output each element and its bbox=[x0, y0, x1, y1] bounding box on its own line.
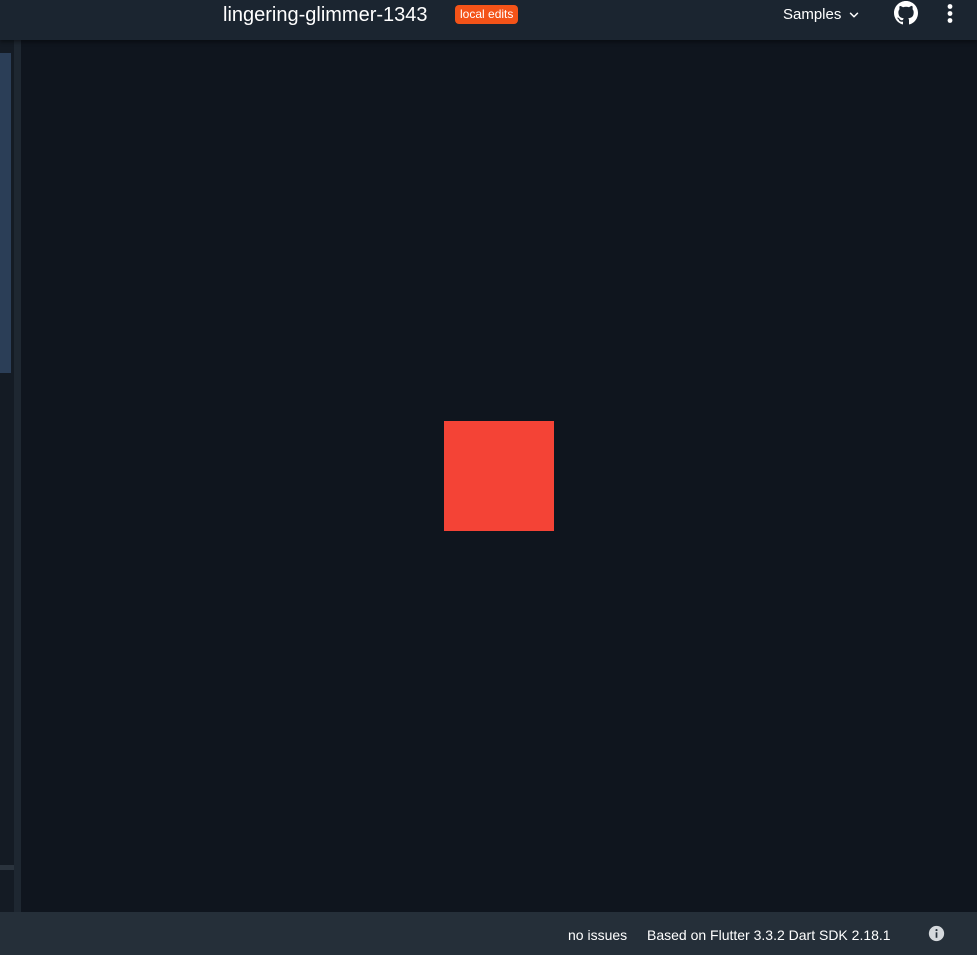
red-container bbox=[444, 421, 554, 531]
issues-indicator[interactable]: no issues bbox=[568, 927, 627, 943]
sdk-version-text: Based on Flutter 3.3.2 Dart SDK 2.18.1 bbox=[647, 927, 891, 943]
chevron-down-icon bbox=[850, 12, 859, 18]
editor-scrollbar[interactable] bbox=[0, 53, 11, 373]
samples-label: Samples bbox=[783, 6, 842, 23]
pad-title: lingering-glimmer-1343 bbox=[223, 4, 428, 26]
split-handle[interactable] bbox=[14, 40, 21, 912]
output-area bbox=[21, 40, 977, 912]
app-header: lingering-glimmer-1343 local edits Sampl… bbox=[0, 0, 977, 40]
more-vert-icon[interactable] bbox=[941, 3, 959, 25]
samples-dropdown[interactable]: Samples bbox=[783, 5, 861, 25]
dartpad-window: lingering-glimmer-1343 local edits Sampl… bbox=[0, 0, 977, 955]
local-edits-badge: local edits bbox=[455, 5, 519, 24]
info-icon[interactable] bbox=[928, 925, 945, 942]
github-icon[interactable] bbox=[894, 1, 918, 25]
panel-divider bbox=[0, 865, 14, 870]
editor-panel bbox=[0, 40, 14, 912]
status-bar: no issues Based on Flutter 3.3.2 Dart SD… bbox=[0, 912, 977, 955]
